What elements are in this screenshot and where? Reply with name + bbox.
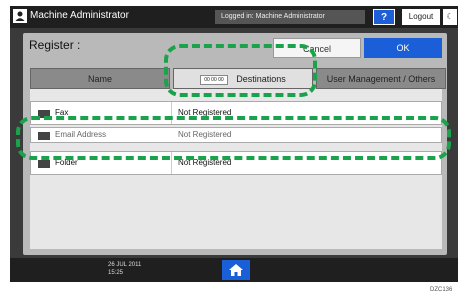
highlight-destinations-tab [164,44,317,97]
highlight-fax-row [16,116,451,160]
figure-code: DZC136 [430,287,453,293]
date-line: 26 JUL 2011 [108,262,142,268]
folder-icon [38,160,50,168]
user-icon [13,9,27,23]
home-icon [229,264,243,276]
tab-user-management[interactable]: User Management / Others [316,68,446,89]
date-time: 26 JUL 2011 15:25 [108,261,141,277]
bottom-bar: 26 JUL 2011 15:25 [10,258,458,282]
help-button[interactable]: ? [373,9,395,25]
page-title: Register : [29,38,81,52]
tab-name[interactable]: Name [30,68,170,89]
ok-button[interactable]: OK [364,38,442,58]
login-status: Logged in: Machine Administrator [215,10,365,24]
energy-saver-button[interactable]: ☾ [443,9,457,25]
tab-label: User Management / Others [326,74,436,84]
destination-list: Fax Not Registered Email Address Not Reg… [30,89,442,249]
tab-label: Name [87,74,112,84]
time-line: 15:25 [108,270,124,276]
administrator-name: Machine Administrator [30,10,129,21]
home-button[interactable] [222,260,250,280]
top-header-bar: Machine Administrator Logged in: Machine… [10,6,458,28]
logout-button[interactable]: Logout [402,9,440,25]
